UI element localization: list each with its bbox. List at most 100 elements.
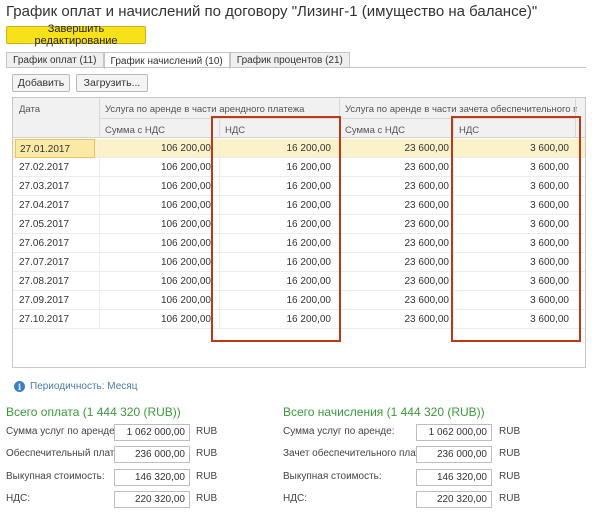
payment-label: НДС: [6, 493, 30, 504]
payments-total-title: Всего оплата (1 444 320 (RUB)) [6, 405, 181, 419]
cell-sum-rent[interactable]: 106 200,00 [105, 139, 211, 158]
payment-label: Выкупная стоимость: [6, 471, 105, 482]
table-row[interactable]: 27.01.2017 106 200,00 16 200,00 23 600,00 3 … [13, 139, 585, 158]
column-divider [339, 310, 340, 329]
cell-vat-rent[interactable]: 16 200,00 [225, 158, 332, 177]
header-sum-rent[interactable]: Сумма с НДС [105, 125, 165, 136]
payment-value-field[interactable]: 1 062 000,00 [114, 424, 190, 441]
header-sum-deposit[interactable]: Сумма с НДС [345, 125, 405, 136]
header-divider [453, 118, 454, 138]
finish-editing-button[interactable]: Завершить редактирование [6, 23, 146, 47]
cell-vat-rent[interactable]: 16 200,00 [225, 310, 332, 329]
cell-sum-deposit[interactable]: 23 600,00 [345, 177, 450, 196]
payment-currency: RUB [196, 493, 218, 504]
cell-sum-deposit[interactable]: 23 600,00 [345, 234, 450, 253]
cell-sum-rent[interactable]: 106 200,00 [105, 310, 211, 329]
accrual-value-field[interactable]: 1 062 000,00 [416, 424, 492, 441]
cell-date[interactable]: 27.10.2017 [15, 310, 95, 329]
header-group-rent[interactable]: Услуга по аренде в части арендного плате… [105, 104, 335, 115]
cell-sum-deposit[interactable]: 23 600,00 [345, 139, 450, 158]
cell-sum-rent[interactable]: 106 200,00 [105, 158, 211, 177]
cell-vat-rent[interactable]: 16 200,00 [225, 196, 332, 215]
tab-interest-schedule[interactable]: График процентов (21) [229, 52, 350, 68]
header-vat-deposit[interactable]: НДС [459, 125, 479, 136]
cell-vat-rent[interactable]: 16 200,00 [225, 272, 332, 291]
cell-sum-deposit[interactable]: 23 600,00 [345, 196, 450, 215]
cell-vat-rent[interactable]: 16 200,00 [225, 215, 332, 234]
cell-sum-deposit[interactable]: 23 600,00 [345, 310, 450, 329]
tab-divider [6, 67, 586, 68]
accrual-value-field[interactable]: 220 320,00 [416, 491, 492, 508]
column-divider [99, 215, 100, 234]
cell-vat-deposit[interactable]: 3 600,00 [459, 272, 569, 291]
cell-vat-deposit[interactable]: 3 600,00 [459, 177, 569, 196]
tab-bar: График оплат (11) График начислений (10)… [6, 52, 350, 69]
cell-date[interactable]: 27.06.2017 [15, 234, 95, 253]
cell-date[interactable]: 27.04.2017 [15, 196, 95, 215]
window-title: График оплат и начислений по договору "Л… [6, 3, 538, 20]
cell-sum-rent[interactable]: 106 200,00 [105, 253, 211, 272]
accrual-value-field[interactable]: 236 000,00 [416, 446, 492, 463]
cell-vat-deposit[interactable]: 3 600,00 [459, 234, 569, 253]
cell-sum-rent[interactable]: 106 200,00 [105, 272, 211, 291]
add-button[interactable]: Добавить [12, 74, 70, 92]
cell-sum-deposit[interactable]: 23 600,00 [345, 158, 450, 177]
cell-date[interactable]: 27.01.2017 [15, 139, 95, 158]
accrual-table[interactable]: Дата Услуга по аренде в части арендного … [12, 97, 586, 368]
cell-sum-rent[interactable]: 106 200,00 [105, 196, 211, 215]
table-row[interactable]: 27.09.2017 106 200,00 16 200,00 23 600,00 3 … [13, 291, 585, 310]
cell-vat-rent[interactable]: 16 200,00 [225, 234, 332, 253]
table-row[interactable]: 27.05.2017 106 200,00 16 200,00 23 600,00 3 … [13, 215, 585, 234]
cell-date[interactable]: 27.02.2017 [15, 158, 95, 177]
cell-vat-deposit[interactable]: 3 600,00 [459, 139, 569, 158]
cell-date[interactable]: 27.09.2017 [15, 291, 95, 310]
table-row[interactable]: 27.07.2017 106 200,00 16 200,00 23 600,00 3 … [13, 253, 585, 272]
column-divider [339, 291, 340, 310]
cell-sum-deposit[interactable]: 23 600,00 [345, 253, 450, 272]
table-row[interactable]: 27.02.2017 106 200,00 16 200,00 23 600,00 3 … [13, 158, 585, 177]
cell-vat-deposit[interactable]: 3 600,00 [459, 158, 569, 177]
header-vat-rent[interactable]: НДС [225, 125, 245, 136]
payment-value-field[interactable]: 146 320,00 [114, 469, 190, 486]
cell-vat-deposit[interactable]: 3 600,00 [459, 253, 569, 272]
header-date[interactable]: Дата [19, 104, 40, 115]
cell-vat-deposit[interactable]: 3 600,00 [459, 310, 569, 329]
cell-sum-deposit[interactable]: 23 600,00 [345, 291, 450, 310]
cell-vat-deposit[interactable]: 3 600,00 [459, 291, 569, 310]
cell-date[interactable]: 27.08.2017 [15, 272, 95, 291]
accrual-label: Выкупная стоимость: [283, 471, 382, 482]
column-divider [219, 310, 220, 329]
accrual-currency: RUB [499, 448, 521, 459]
cell-date[interactable]: 27.03.2017 [15, 177, 95, 196]
table-row[interactable]: 27.03.2017 106 200,00 16 200,00 23 600,00 3 … [13, 177, 585, 196]
cell-vat-rent[interactable]: 16 200,00 [225, 139, 332, 158]
cell-date[interactable]: 27.05.2017 [15, 215, 95, 234]
cell-vat-deposit[interactable]: 3 600,00 [459, 196, 569, 215]
header-group-deposit[interactable]: Услуга по аренде в части зачета обеспечи… [345, 104, 577, 115]
cell-sum-rent[interactable]: 106 200,00 [105, 291, 211, 310]
column-divider [453, 272, 454, 291]
header-divider [219, 118, 220, 138]
cell-date[interactable]: 27.07.2017 [15, 253, 95, 272]
tab-payment-schedule[interactable]: График оплат (11) [6, 52, 104, 68]
cell-sum-deposit[interactable]: 23 600,00 [345, 215, 450, 234]
cell-vat-rent[interactable]: 16 200,00 [225, 291, 332, 310]
cell-sum-rent[interactable]: 106 200,00 [105, 234, 211, 253]
cell-sum-deposit[interactable]: 23 600,00 [345, 272, 450, 291]
table-row[interactable]: 27.08.2017 106 200,00 16 200,00 23 600,00 3 … [13, 272, 585, 291]
cell-vat-rent[interactable]: 16 200,00 [225, 177, 332, 196]
column-divider [219, 158, 220, 177]
payment-value-field[interactable]: 236 000,00 [114, 446, 190, 463]
cell-sum-rent[interactable]: 106 200,00 [105, 177, 211, 196]
periodicity-link[interactable]: Периодичность: Месяц [30, 381, 137, 392]
load-button[interactable]: Загрузить... [76, 74, 148, 92]
accrual-value-field[interactable]: 146 320,00 [416, 469, 492, 486]
cell-vat-deposit[interactable]: 3 600,00 [459, 215, 569, 234]
table-row[interactable]: 27.06.2017 106 200,00 16 200,00 23 600,00 3 … [13, 234, 585, 253]
table-row[interactable]: 27.10.2017 106 200,00 16 200,00 23 600,00 3 … [13, 310, 585, 329]
cell-vat-rent[interactable]: 16 200,00 [225, 253, 332, 272]
payment-value-field[interactable]: 220 320,00 [114, 491, 190, 508]
payment-currency: RUB [196, 471, 218, 482]
cell-sum-rent[interactable]: 106 200,00 [105, 215, 211, 234]
table-row[interactable]: 27.04.2017 106 200,00 16 200,00 23 600,00 3 … [13, 196, 585, 215]
